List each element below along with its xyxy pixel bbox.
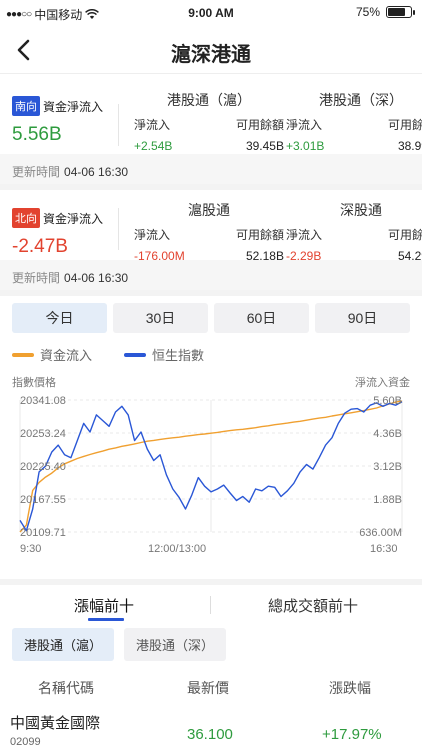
legend-flow: 資金流入 [12, 345, 92, 364]
time-label-open: 9:30 [20, 543, 42, 555]
balance-label: 可用餘額 [235, 118, 284, 132]
active-tab-indicator [88, 618, 124, 621]
balance-label: 可用餘額 [387, 118, 422, 132]
group-title: 港股通（滬） [167, 92, 251, 108]
col-name-code: 名稱代碼 [38, 680, 94, 696]
inflow-label: 淨流入 [134, 118, 171, 132]
tab-hk-connect-sz[interactable]: 港股通（深） [124, 628, 227, 661]
southbound-tag: 南向 [12, 96, 40, 116]
left-tick-label: 20225.40 [20, 461, 66, 473]
nav-bar: 滬深港通 [0, 26, 422, 74]
southbound-value: 5.56B [12, 124, 62, 145]
intraday-chart[interactable]: 20341.08 5.60B 20253.24 4.36B 20225.40 3.12B 2… [0, 390, 422, 542]
legend-index-label: 恒生指數 [152, 348, 205, 363]
left-tick-label: 20167.55 [20, 494, 66, 506]
legend-index: 恒生指數 [124, 345, 204, 364]
col-last-price[interactable]: 最新價 [187, 678, 229, 698]
update-time: 04-06 16:30 [64, 165, 129, 179]
tab-90d[interactable]: 90日 [315, 303, 410, 333]
southbound-update-row: 更新時間 04-06 16:30 [0, 154, 422, 184]
time-label-midday: 12:00/13:00 [148, 543, 207, 555]
table-row[interactable]: 中國黃金國際 02099 36.100 +17.97% [0, 712, 422, 750]
right-tick-label: 5.60B [373, 395, 402, 407]
chart-legend: 資金流入 恒生指數 [12, 345, 236, 364]
time-label-close: 16:30 [370, 543, 398, 555]
hk-connect-sz-group: 港股通（深） 淨流入 可用餘額 +3.01B 38.99B [286, 90, 422, 153]
stock-name: 中國黃金國際 [10, 715, 101, 732]
battery-level [388, 8, 405, 16]
sz-connect-group: 深股通 淨流入 可用餘額 -2.29B 54.29B [286, 200, 422, 263]
legend-flow-label: 資金流入 [40, 348, 93, 363]
battery-percent: 75% [355, 5, 380, 19]
update-time: 04-06 16:30 [64, 271, 129, 285]
left-tick-label: 20253.24 [20, 428, 66, 440]
inflow-label: 淨流入 [286, 228, 323, 242]
right-tick-label: 1.88B [373, 494, 402, 506]
right-axis-title: 淨流入資金 [355, 377, 410, 389]
tab-60d[interactable]: 60日 [214, 303, 309, 333]
status-bar: ●●●○○ 中国移动 9:00 AM 75% [0, 0, 422, 26]
northbound-card[interactable]: 北向 資金淨流入 -2.47B 滬股通 淨流入 可用餘額 -176.00M 52… [0, 190, 422, 263]
inflow-value: +3.01B [286, 139, 325, 153]
tab-divider [210, 596, 211, 614]
ranking-tabs: 漲幅前十 總成交額前十 [0, 579, 422, 621]
northbound-tag: 北向 [12, 208, 40, 228]
update-label: 更新時間 [12, 165, 61, 179]
legend-flow-swatch [12, 352, 34, 357]
left-tick-label: 20341.08 [20, 395, 66, 407]
balance-value: 38.99B [397, 139, 422, 153]
southbound-label: 資金淨流入 [43, 99, 104, 114]
northbound-label: 資金淨流入 [43, 211, 104, 226]
balance-value: 39.45B [245, 139, 284, 153]
stock-price: 36.100 [187, 726, 233, 743]
group-title: 深股通 [340, 202, 382, 218]
tab-30d[interactable]: 30日 [113, 303, 208, 333]
right-tick-label: 3.12B [373, 461, 402, 473]
battery-icon [386, 6, 415, 18]
northbound-update-row: 更新時間 04-06 16:30 [0, 260, 422, 290]
col-change[interactable]: 漲跌幅 [329, 678, 371, 698]
inflow-label: 淨流入 [134, 228, 171, 242]
right-tick-label: 636.00M [359, 527, 402, 539]
divider [118, 104, 119, 146]
section-divider [0, 290, 422, 296]
balance-label: 可用餘額 [235, 228, 284, 242]
group-title: 滬股通 [188, 202, 230, 218]
legend-index-swatch [124, 352, 147, 357]
tab-hk-connect-sh[interactable]: 港股通（滬） [12, 628, 115, 661]
southbound-card[interactable]: 南向 資金淨流入 5.56B 港股通（滬） 淨流入 可用餘額 +2.54B 39… [0, 74, 422, 158]
inflow-label: 淨流入 [286, 118, 323, 132]
left-axis-title: 指數價格 [12, 377, 56, 389]
stock-change: +17.97% [322, 726, 382, 743]
page-title: 滬深港通 [171, 44, 251, 66]
northbound-value: -2.47B [12, 236, 68, 257]
market-tabs: 港股通（滬） 港股通（深） [12, 628, 227, 661]
stock-code: 02099 [10, 736, 41, 748]
period-tabs: 今日 30日 60日 90日 [12, 303, 410, 333]
tab-today[interactable]: 今日 [12, 303, 107, 333]
tab-top-turnover[interactable]: 總成交額前十 [268, 595, 358, 616]
divider [118, 208, 119, 250]
balance-label: 可用餘額 [387, 228, 422, 242]
update-label: 更新時間 [12, 271, 61, 285]
sh-connect-group: 滬股通 淨流入 可用餘額 -176.00M 52.18B [134, 200, 284, 263]
left-tick-label: 20109.71 [20, 527, 66, 539]
right-tick-label: 4.36B [373, 428, 402, 440]
hk-connect-sh-group: 港股通（滬） 淨流入 可用餘額 +2.54B 39.45B [134, 90, 284, 153]
inflow-value: +2.54B [134, 139, 173, 153]
tab-top-gainers[interactable]: 漲幅前十 [74, 595, 134, 616]
group-title: 港股通（深） [319, 92, 403, 108]
